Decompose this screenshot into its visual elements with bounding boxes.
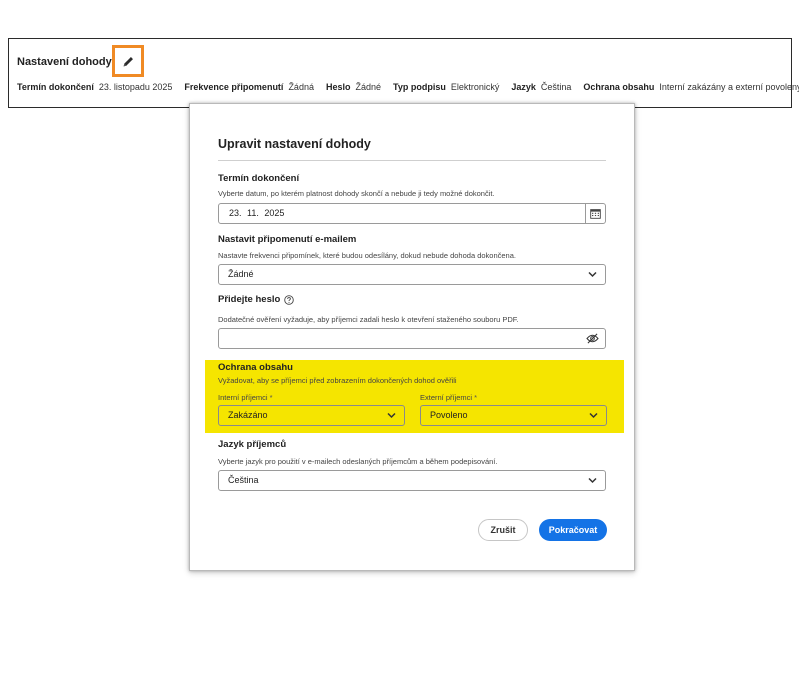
summary-item-reminder: Frekvence připomenutí Žádná	[184, 82, 314, 92]
cancel-button[interactable]: Zrušit	[478, 519, 528, 541]
password-title: Přidejte heslo	[218, 294, 281, 305]
external-recipients-label: Externí příjemci *	[420, 393, 477, 402]
dialog-title: Upravit nastavení dohody	[218, 137, 371, 151]
calendar-icon	[590, 209, 601, 219]
internal-value: Zakázáno	[228, 410, 268, 420]
password-title-row: Přidejte heslo	[218, 294, 295, 305]
chevron-down-icon	[588, 271, 597, 278]
language-description: Vyberte jazyk pro použití v e-mailech od…	[218, 457, 498, 466]
eye-slash-icon[interactable]	[586, 333, 599, 344]
chevron-down-icon	[387, 412, 396, 419]
summary-title: Nastavení dohody	[17, 56, 112, 68]
chevron-down-icon	[588, 477, 597, 484]
reminder-title: Nastavit připomenutí e-mailem	[218, 234, 357, 245]
protection-title: Ochrana obsahu	[218, 362, 293, 373]
continue-button[interactable]: Pokračovat	[539, 519, 607, 541]
summary-key: Termín dokončení	[17, 82, 94, 92]
summary-key: Jazyk	[511, 82, 536, 92]
reminder-description: Nastavte frekvenci připomínek, které bud…	[218, 251, 516, 260]
pencil-icon	[123, 56, 133, 66]
content-protection-section: Ochrana obsahu Vyžadovat, aby se příjemc…	[205, 360, 624, 433]
internal-label-text: Interní příjemci	[218, 393, 268, 402]
summary-value: Elektronický	[450, 82, 500, 92]
summary-key: Ochrana obsahu	[583, 82, 655, 92]
calendar-button[interactable]	[585, 204, 605, 223]
summary-value: Čeština	[540, 82, 572, 92]
edit-settings-button[interactable]	[112, 45, 144, 77]
external-recipients-select[interactable]: Povoleno	[420, 405, 607, 426]
edit-settings-dialog: Upravit nastavení dohody Termín dokončen…	[189, 103, 635, 571]
language-select[interactable]: Čeština	[218, 470, 606, 491]
password-input[interactable]	[218, 328, 606, 349]
chevron-down-icon	[589, 412, 598, 419]
summary-item-password: Heslo Žádné	[326, 82, 381, 92]
help-circle-icon[interactable]	[284, 294, 295, 305]
deadline-title: Termín dokončení	[218, 173, 300, 184]
external-value: Povoleno	[430, 410, 468, 420]
dialog-divider	[218, 160, 606, 161]
summary-value: Žádné	[355, 82, 382, 92]
summary-details: Termín dokončení 23. listopadu 2025 Frek…	[17, 81, 799, 93]
summary-item-deadline: Termín dokončení 23. listopadu 2025	[17, 82, 172, 92]
agreement-settings-summary: Nastavení dohody Termín dokončení 23. li…	[8, 38, 799, 108]
password-description: Dodatečné ověření vyžaduje, aby příjemci…	[218, 315, 519, 324]
summary-value: 23. listopadu 2025	[98, 82, 173, 92]
required-mark: *	[474, 393, 478, 402]
summary-value: Interní zakázány a externí povoleny	[659, 82, 799, 92]
summary-key: Heslo	[325, 82, 351, 92]
deadline-description: Vyberte datum, po kterém platnost dohody…	[218, 189, 495, 198]
internal-recipients-select[interactable]: Zakázáno	[218, 405, 405, 426]
summary-item-signature-type: Typ podpisu Elektronický	[393, 82, 499, 92]
language-value: Čeština	[228, 475, 259, 485]
language-title: Jazyk příjemců	[218, 439, 287, 450]
summary-key: Typ podpisu	[393, 82, 446, 92]
external-label-text: Externí příjemci	[420, 393, 473, 402]
protection-description: Vyžadovat, aby se příjemci před zobrazen…	[218, 376, 457, 385]
deadline-date-field[interactable]: 23. 11. 2025	[218, 203, 606, 224]
reminder-value: Žádné	[228, 269, 254, 279]
summary-item-language: Jazyk Čeština	[511, 82, 571, 92]
deadline-date-value: 23. 11. 2025	[229, 208, 285, 218]
summary-value: Žádná	[288, 82, 314, 92]
summary-key: Frekvence připomenutí	[184, 82, 284, 92]
required-mark: *	[269, 393, 273, 402]
internal-recipients-label: Interní příjemci *	[218, 393, 273, 402]
summary-item-content-protection: Ochrana obsahu Interní zakázány a extern…	[583, 82, 799, 92]
reminder-select[interactable]: Žádné	[218, 264, 606, 285]
